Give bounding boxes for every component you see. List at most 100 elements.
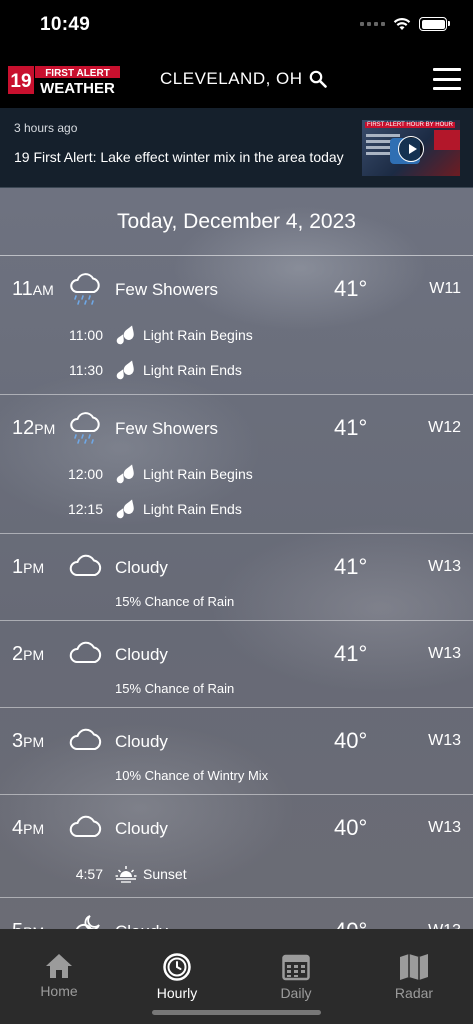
- app-header: 19 FIRST ALERT WEATHER CLEVELAND, OH: [0, 54, 473, 108]
- hour-label: 5PM: [12, 920, 44, 929]
- hour-row[interactable]: 11AM Few Showers 41° W11 11:00 Light Rain Beg…: [0, 256, 473, 395]
- hour-label: 4PM: [12, 817, 45, 839]
- tab-home-label: Home: [40, 983, 78, 999]
- temperature: 41°: [334, 415, 368, 440]
- hour-rows: 11AM Few Showers 41° W11 11:00 Light Rain Beg…: [0, 256, 473, 929]
- status-icons: [360, 17, 450, 31]
- wind: W13: [428, 558, 461, 575]
- logo-line1: FIRST ALERT: [45, 68, 110, 79]
- forecast-event: 4:57 Sunset: [60, 863, 187, 885]
- status-bar: 10:49: [0, 0, 473, 54]
- event-text: Sunset: [143, 866, 187, 882]
- cloud-icon: [68, 722, 104, 758]
- tab-daily-label: Daily: [280, 985, 312, 1001]
- raindrops-icon: [115, 463, 137, 485]
- hamburger-menu-icon[interactable]: [433, 68, 461, 90]
- date-header: Today, December 4, 2023: [0, 188, 473, 256]
- temperature: 41°: [334, 554, 368, 579]
- precip-chance: 15% Chance of Rain: [115, 681, 235, 696]
- cloud-icon: [68, 635, 104, 671]
- precip-chance: 15% Chance of Rain: [115, 594, 235, 609]
- hour-row[interactable]: 2PM Cloudy 41° W13 15% Chance of Rain: [0, 621, 473, 708]
- clock-icon: [163, 953, 191, 981]
- event-text: Light Rain Begins: [143, 327, 253, 343]
- battery-icon: [419, 17, 450, 31]
- temperature: 40°: [334, 815, 368, 840]
- hour-row[interactable]: 4PM Cloudy 40° W13 4:57 Sunset: [0, 795, 473, 898]
- forecast-event: 11:00 Light Rain Begins: [60, 324, 253, 346]
- event-time: 12:15: [67, 501, 103, 517]
- event-time: 11:30: [69, 362, 103, 378]
- tab-radar[interactable]: Radar: [355, 929, 473, 1001]
- hour-row[interactable]: 5PM Cloudy 40° W13: [0, 898, 473, 929]
- tab-radar-label: Radar: [394, 985, 434, 1001]
- hourly-forecast-list[interactable]: Today, December 4, 2023 11AM Few Showers 4…: [0, 188, 473, 929]
- forecast-event: 12:15 Light Rain Ends: [60, 498, 242, 520]
- forecast-event: 12:00 Light Rain Begins: [60, 463, 253, 485]
- temperature: 41°: [334, 276, 368, 301]
- logo-line2: WEATHER: [40, 80, 115, 94]
- home-icon: [46, 954, 72, 978]
- condition-text: Cloudy: [115, 732, 168, 751]
- temperature: 40°: [334, 918, 367, 929]
- logo-number: 19: [10, 71, 31, 92]
- location-label: CLEVELAND, OH: [160, 69, 303, 88]
- sunset-icon: [115, 863, 137, 885]
- bottom-tab-bar: Home Hourly Daily Radar: [0, 929, 473, 1024]
- search-icon[interactable]: [309, 70, 327, 88]
- cloud-icon: [68, 809, 104, 845]
- cloud-rain-icon: [68, 270, 104, 306]
- tab-hourly[interactable]: Hourly: [118, 929, 236, 1001]
- temperature: 41°: [334, 641, 368, 666]
- cloud-rain-icon: [68, 409, 104, 445]
- condition-text: Cloudy: [115, 819, 168, 838]
- event-text: Light Rain Ends: [143, 362, 242, 378]
- event-text: Light Rain Begins: [143, 466, 253, 482]
- condition-text: Few Showers: [115, 419, 218, 438]
- home-indicator[interactable]: [152, 1010, 321, 1015]
- thumbnail-label: FIRST ALERT HOUR BY HOUR: [365, 122, 455, 128]
- location-selector[interactable]: CLEVELAND, OH: [160, 69, 327, 89]
- forecast-event: 11:30 Light Rain Ends: [60, 359, 242, 381]
- news-alert-banner[interactable]: 3 hours ago 19 First Alert: Lake effect …: [0, 108, 473, 188]
- temperature: 40°: [334, 728, 368, 753]
- wifi-icon: [393, 18, 411, 30]
- wind: W13: [428, 922, 461, 929]
- raindrops-icon: [115, 359, 137, 381]
- wind: W13: [428, 732, 461, 749]
- hour-row[interactable]: 1PM Cloudy 41° W13 15% Chance of Rain: [0, 534, 473, 621]
- condition-text: Cloudy: [115, 645, 168, 664]
- first-alert-weather-logo[interactable]: 19 FIRST ALERT WEATHER: [8, 66, 120, 94]
- tab-home[interactable]: Home: [0, 929, 118, 999]
- wind: W12: [428, 419, 461, 436]
- event-time: 12:00: [67, 466, 103, 482]
- event-text: Light Rain Ends: [143, 501, 242, 517]
- cloud-moon-icon: [68, 912, 104, 929]
- hour-label: 1PM: [12, 556, 45, 578]
- hour-row[interactable]: 3PM Cloudy 40° W13 10% Chance of Wintry Mix: [0, 708, 473, 795]
- tab-hourly-label: Hourly: [156, 985, 198, 1001]
- wind: W13: [428, 645, 461, 662]
- hour-row[interactable]: 12PM Few Showers 41° W12 12:00 Light Rain Beg…: [0, 395, 473, 534]
- hour-label: 11AM: [12, 278, 54, 300]
- precip-chance: 10% Chance of Wintry Mix: [115, 768, 269, 783]
- cloud-icon: [68, 548, 104, 584]
- event-time: 4:57: [75, 866, 103, 882]
- tab-daily[interactable]: Daily: [237, 929, 355, 1001]
- alert-headline: 19 First Alert: Lake effect winter mix i…: [14, 149, 344, 165]
- raindrops-icon: [115, 498, 137, 520]
- play-icon[interactable]: [398, 136, 424, 162]
- condition-text: Cloudy: [115, 922, 168, 929]
- raindrops-icon: [115, 324, 137, 346]
- condition-text: Cloudy: [115, 558, 168, 577]
- alert-time-ago: 3 hours ago: [14, 121, 78, 135]
- wind: W13: [428, 819, 461, 836]
- status-time: 10:49: [40, 14, 91, 35]
- map-icon: [400, 954, 428, 980]
- event-time: 11:00: [69, 327, 103, 343]
- condition-text: Few Showers: [115, 280, 218, 299]
- hour-label: 2PM: [12, 643, 45, 665]
- calendar-icon: [282, 954, 310, 981]
- hour-label: 3PM: [12, 730, 45, 752]
- video-thumbnail[interactable]: FIRST ALERT HOUR BY HOUR: [362, 120, 460, 176]
